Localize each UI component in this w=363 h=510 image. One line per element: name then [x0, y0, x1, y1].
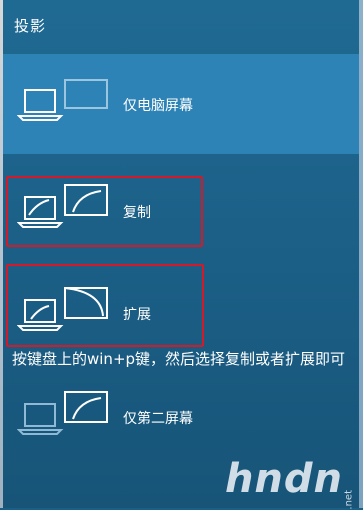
- option-label: 仅第二屏幕: [123, 411, 193, 427]
- panel-title: 投影: [14, 17, 47, 35]
- site-watermark-suffix: .net: [344, 490, 355, 510]
- highlight-box-duplicate: [6, 176, 203, 247]
- option-label: 仅电脑屏幕: [123, 98, 193, 114]
- option-pc-screen-only[interactable]: 仅电脑屏幕: [3, 54, 359, 154]
- pc-screen-only-icon: [16, 78, 113, 132]
- instruction-annotation: 按键盘上的win+p键，然后选择复制或者扩展即可: [12, 350, 346, 368]
- second-screen-only-icon: [16, 388, 113, 442]
- background-window-edge-right: [359, 0, 363, 508]
- highlight-box-extend: [6, 264, 204, 347]
- site-watermark: hndn: [224, 456, 343, 502]
